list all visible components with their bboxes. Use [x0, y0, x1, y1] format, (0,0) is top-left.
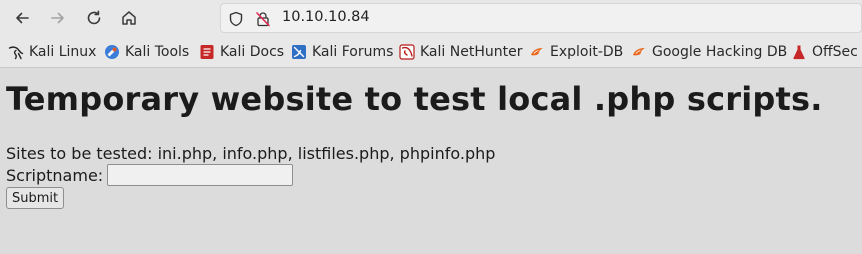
bookmark-kali-linux[interactable]: Kali Linux	[8, 42, 96, 62]
insecure-lock-icon[interactable]	[254, 10, 272, 28]
tracking-protection-shield-icon[interactable]	[227, 10, 245, 28]
kali-docs-icon	[199, 44, 215, 60]
exploit-db-icon	[529, 44, 545, 60]
bookmarks-toolbar: Kali Linux Kali Tools Kali Docs Kali For…	[0, 38, 862, 66]
submit-button[interactable]: Submit	[6, 187, 65, 209]
bookmark-exploit-db[interactable]: Exploit-DB	[529, 42, 623, 62]
home-icon	[122, 11, 136, 25]
navigation-toolbar: 10.10.10.84	[0, 0, 862, 36]
bookmark-label: Kali Tools	[125, 44, 190, 60]
forward-button[interactable]	[46, 6, 70, 30]
reload-icon	[87, 10, 101, 25]
bookmark-kali-forums[interactable]: Kali Forums	[291, 42, 393, 62]
kali-forums-icon	[291, 44, 307, 60]
home-button[interactable]	[117, 6, 141, 30]
scriptname-row: Scriptname:	[6, 164, 294, 186]
reload-button[interactable]	[82, 6, 106, 30]
ghdb-icon	[631, 44, 647, 60]
bookmark-label: Kali Linux	[29, 44, 97, 60]
kali-tools-icon	[104, 44, 120, 60]
bookmark-label: Kali Docs	[220, 44, 285, 60]
back-arrow-icon	[16, 12, 29, 24]
forward-arrow-icon	[51, 12, 64, 24]
page-content: Temporary website to test local .php scr…	[0, 68, 862, 254]
bookmark-label: Kali Forums	[312, 44, 394, 60]
url-text[interactable]: 10.10.10.84	[282, 9, 370, 25]
bookmark-kali-docs[interactable]: Kali Docs	[199, 42, 284, 62]
scriptname-label: Scriptname:	[6, 165, 104, 185]
back-button[interactable]	[10, 6, 34, 30]
bookmark-kali-nethunter[interactable]: Kali NetHunter	[399, 42, 522, 62]
scriptname-input[interactable]	[107, 164, 294, 186]
bookmark-label: Kali NetHunter	[420, 44, 523, 60]
bookmark-label: Google Hacking DB	[652, 44, 788, 60]
kali-nethunter-icon	[399, 44, 415, 60]
bookmark-offsec[interactable]: OffSec	[791, 42, 858, 62]
browser-chrome: 10.10.10.84 Kali Linux Kali Tools Kali D…	[0, 0, 862, 68]
offsec-icon	[791, 44, 807, 60]
bookmark-label: Exploit-DB	[550, 44, 624, 60]
bookmark-label: OffSec	[812, 44, 858, 60]
sites-to-be-tested-text: Sites to be tested: ini.php, info.php, l…	[6, 144, 496, 163]
bookmark-kali-tools[interactable]: Kali Tools	[104, 42, 189, 62]
bookmark-google-hacking-db[interactable]: Google Hacking DB	[631, 42, 787, 62]
address-bar[interactable]: 10.10.10.84	[220, 3, 862, 33]
kali-dragon-icon	[8, 44, 24, 60]
page-title: Temporary website to test local .php scr…	[6, 80, 823, 118]
